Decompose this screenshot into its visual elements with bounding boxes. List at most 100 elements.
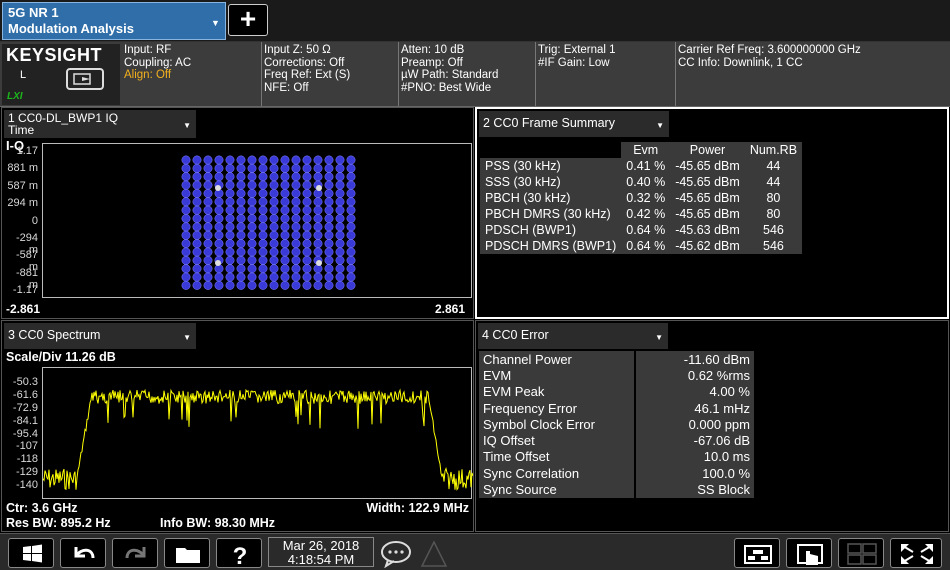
constellation-point — [225, 188, 235, 198]
constellation-point — [302, 272, 312, 282]
atten-settings[interactable]: Atten: 10 dB Preamp: Off µW Path: Standa… — [401, 44, 498, 94]
constellation-point — [291, 239, 301, 249]
y-tick-label: 1.17 — [16, 145, 38, 157]
metric-label: Symbol Clock Error — [479, 416, 634, 433]
window-frame-summary[interactable]: 2 CC0 Frame Summary ▼ Evm Power Num.RB P… — [475, 107, 949, 319]
constellation-point — [236, 155, 246, 165]
constellation-point — [346, 264, 356, 274]
add-tab-button[interactable]: + — [228, 4, 268, 36]
dropdown-arrow-icon: ▼ — [655, 333, 663, 342]
table-row: Symbol Clock Error 0.000 ppm — [479, 416, 754, 433]
constellation-point — [258, 163, 268, 173]
constellation-point — [324, 272, 334, 282]
constellation-point — [346, 180, 356, 190]
constellation-point — [269, 197, 279, 207]
constellation-point — [269, 247, 279, 257]
window-error-summary[interactable]: 4 CC0 Error ▼ Channel Power -11.60 dBm EVM… — [475, 320, 949, 532]
settings-info-bar[interactable]: KEYSIGHT L LXI Input: RF Coupling: AC Al… — [0, 42, 950, 107]
constellation-point — [225, 239, 235, 249]
local-button[interactable] — [66, 68, 104, 90]
touch-button[interactable] — [786, 538, 832, 568]
channel-name: PSS (30 kHz) — [480, 158, 622, 174]
constellation-point — [280, 197, 290, 207]
y-tick-label: -84.1 — [12, 414, 38, 427]
constellation-point — [302, 247, 312, 257]
constellation-point — [302, 255, 312, 265]
constellation-point — [225, 197, 235, 207]
trigger-settings[interactable]: Trig: External 1 #IF Gain: Low — [538, 44, 616, 69]
constellation-point — [324, 205, 334, 215]
constellation-point — [192, 205, 202, 215]
mode-tab-5g-nr[interactable]: 5G NR 1 Modulation Analysis ▼ — [2, 2, 226, 40]
start-button[interactable] — [8, 538, 54, 568]
constellation-point — [247, 264, 257, 274]
constellation-point — [324, 255, 334, 265]
pilot-point — [215, 260, 221, 266]
constellation-point — [291, 272, 301, 282]
help-button[interactable]: ? — [216, 538, 262, 569]
constellation-point — [181, 180, 191, 190]
constellation-point — [291, 197, 301, 207]
constellation-point — [302, 180, 312, 190]
messages-button[interactable] — [380, 538, 450, 570]
constellation-point — [313, 222, 323, 232]
maximize-button[interactable] — [890, 538, 942, 568]
constellation-point — [225, 272, 235, 282]
carrier-settings[interactable]: Carrier Ref Freq: 3.600000000 GHz CC Inf… — [678, 44, 861, 69]
window-title-dropdown[interactable]: 1 CC0-DL_BWP1 IQ Time ▼ — [4, 110, 196, 138]
metric-label: Time Offset — [479, 448, 634, 466]
constellation-point — [247, 222, 257, 232]
constellation-point — [225, 163, 235, 173]
constellation-point — [302, 239, 312, 249]
constellation-point — [192, 230, 202, 240]
num-rb-value: 80 — [744, 190, 803, 206]
window-title-dropdown[interactable]: 4 CC0 Error ▼ — [478, 323, 668, 349]
input-z-settings[interactable]: Input Z: 50 Ω Corrections: Off Freq Ref:… — [264, 44, 350, 94]
divider — [261, 42, 262, 106]
window-layout-button[interactable] — [734, 538, 780, 568]
constellation-point — [324, 163, 334, 173]
window-title-dropdown[interactable]: 3 CC0 Spectrum ▼ — [4, 323, 196, 349]
constellation-point — [346, 230, 356, 240]
constellation-plot[interactable] — [42, 143, 472, 298]
file-explorer-button[interactable] — [164, 538, 210, 568]
y-tick-label: -140 — [15, 479, 38, 491]
constellation-point — [203, 272, 213, 282]
x-axis-min: -2.861 — [6, 302, 41, 316]
input-setting: Input: RF — [124, 44, 172, 56]
constellation-point — [302, 222, 312, 232]
constellation-point — [346, 205, 356, 215]
constellation-point — [346, 247, 356, 257]
touch-icon — [797, 544, 823, 565]
windows-icon — [23, 544, 42, 563]
column-header-power: Power — [670, 142, 745, 158]
metric-value: 100.0 % — [634, 465, 754, 482]
window-title-dropdown[interactable]: 2 CC0 Frame Summary ▼ — [479, 111, 669, 137]
constellation-point — [192, 239, 202, 249]
center-frequency: Ctr: 3.6 GHz — [6, 501, 78, 515]
constellation-point — [225, 205, 235, 215]
constellation-point — [313, 205, 323, 215]
constellation-point — [203, 172, 213, 182]
constellation-point — [214, 155, 224, 165]
metric-value: SS Block — [634, 481, 754, 498]
window-iq-constellation[interactable]: 1 CC0-DL_BWP1 IQ Time ▼ I-Q 1.17 881 m 587… — [1, 107, 474, 319]
constellation-point — [269, 222, 279, 232]
undo-button[interactable] — [60, 538, 106, 568]
spectrum-plot[interactable] — [42, 367, 473, 499]
constellation-point — [203, 222, 213, 232]
x-axis-max: 2.861 — [434, 302, 465, 316]
table-header-row: Evm Power Num.RB — [480, 142, 803, 158]
constellation-point — [225, 255, 235, 265]
metric-value: 10.0 ms — [634, 448, 754, 466]
window-spectrum[interactable]: 3 CC0 Spectrum ▼ Scale/Div 11.26 dB -50.… — [1, 320, 474, 532]
input-settings[interactable]: Input: RF Coupling: AC Align: Off — [124, 44, 191, 82]
multi-window-button[interactable] — [838, 538, 884, 568]
constellation-point — [225, 222, 235, 232]
redo-button[interactable] — [112, 538, 158, 568]
constellation-point — [192, 172, 202, 182]
num-rb-value: 546 — [744, 238, 803, 254]
constellation-point — [291, 172, 301, 182]
constellation-point — [181, 239, 191, 249]
date-time-display[interactable]: Mar 26, 2018 4:18:54 PM — [268, 537, 374, 567]
